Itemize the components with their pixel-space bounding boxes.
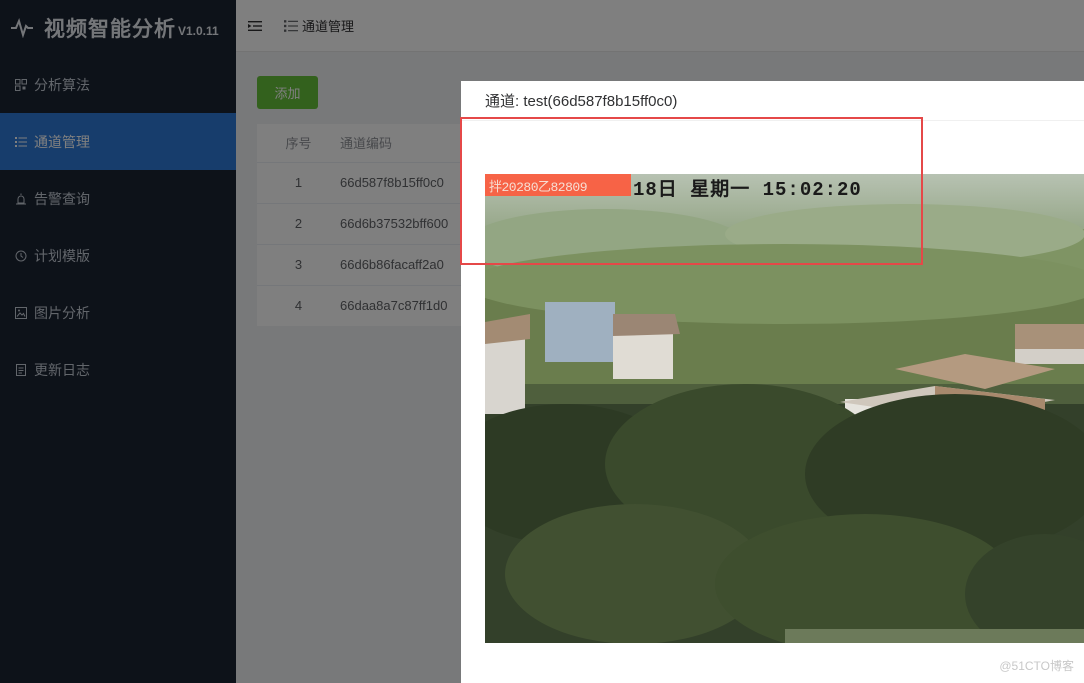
dialog-title: 通道: test(66d587f8b15ff0c0) (485, 93, 678, 110)
annotation-highlight-box (460, 117, 923, 265)
dialog-header: 通道: test(66d587f8b15ff0c0) (461, 81, 1084, 121)
watermark: @51CTO博客 (999, 659, 1074, 673)
